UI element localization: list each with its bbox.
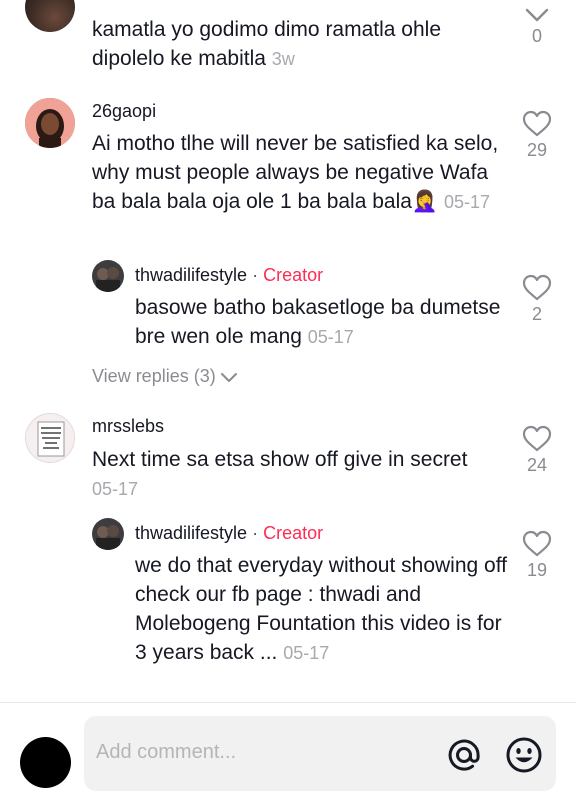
emoji-icon[interactable] — [505, 736, 543, 774]
like-button[interactable]: 19 — [520, 530, 554, 581]
comments-list: kamatla yo godimo dimo ramatla ohle dipo… — [0, 0, 576, 702]
comment-item: 26gaopi Ai motho tlhe will never be sati… — [0, 95, 576, 255]
reply-item: thwadilifestyle · Creator basowe batho b… — [0, 258, 576, 358]
reply-text: we do that everyday without showing off … — [135, 554, 508, 664]
comment-composer — [0, 702, 576, 792]
comment-item: mrsslebs Next time sa etsa show off give… — [0, 410, 576, 510]
reply-username[interactable]: thwadilifestyle · Creator — [135, 265, 323, 286]
comment-username[interactable]: 26gaopi — [92, 101, 156, 122]
like-count: 29 — [526, 140, 548, 160]
comment-text: Ai motho tlhe will never be satisfied ka… — [92, 132, 499, 213]
comment-username[interactable]: mrsslebs — [92, 416, 164, 437]
comment-input[interactable] — [96, 736, 426, 768]
avatar-photo — [26, 414, 74, 462]
collapse-button[interactable]: 0 — [520, 6, 554, 47]
avatar[interactable] — [92, 518, 124, 550]
creator-badge: Creator — [263, 523, 324, 543]
creator-badge: Creator — [263, 265, 324, 285]
avatar[interactable] — [25, 98, 75, 148]
like-count: 19 — [526, 560, 548, 580]
heart-icon — [522, 530, 552, 557]
view-replies-button[interactable]: View replies (3) — [92, 366, 238, 387]
avatar-photo — [92, 518, 124, 550]
avatar[interactable] — [25, 413, 75, 463]
reply-item: thwadilifestyle · Creator we do that eve… — [0, 516, 576, 702]
like-button[interactable]: 2 — [520, 274, 554, 325]
avatar-photo — [92, 260, 124, 292]
avatar[interactable] — [92, 260, 124, 292]
reply-username[interactable]: thwadilifestyle · Creator — [135, 523, 323, 544]
comment-input-box[interactable] — [84, 716, 556, 791]
like-button[interactable]: 29 — [520, 110, 554, 161]
comment-text: kamatla yo godimo dimo ramatla ohle dipo… — [92, 18, 442, 70]
chevron-down-icon — [220, 372, 237, 382]
comment-time: 05-17 — [443, 192, 490, 212]
comment-time: 3w — [271, 49, 295, 69]
at-icon[interactable] — [445, 736, 483, 774]
like-count: 2 — [531, 304, 542, 324]
heart-icon — [522, 425, 552, 452]
comment-item: kamatla yo godimo dimo ramatla ohle dipo… — [0, 0, 576, 80]
avatar-photo — [25, 98, 75, 148]
avatar[interactable] — [25, 0, 75, 32]
comment-time: 05-17 — [283, 643, 330, 663]
like-button[interactable]: 24 — [520, 425, 554, 476]
my-avatar — [20, 737, 71, 788]
chevron-down-icon — [525, 8, 549, 22]
like-count: 24 — [526, 455, 548, 475]
reply-text: basowe batho bakasetloge ba dumetse bre … — [135, 296, 501, 348]
comment-time: 05-17 — [92, 479, 139, 499]
comment-time: 05-17 — [307, 327, 354, 347]
heart-icon — [522, 274, 552, 301]
like-count: 0 — [531, 26, 542, 46]
comment-text: Next time sa etsa show off give in secre… — [92, 448, 468, 499]
heart-icon — [522, 110, 552, 137]
